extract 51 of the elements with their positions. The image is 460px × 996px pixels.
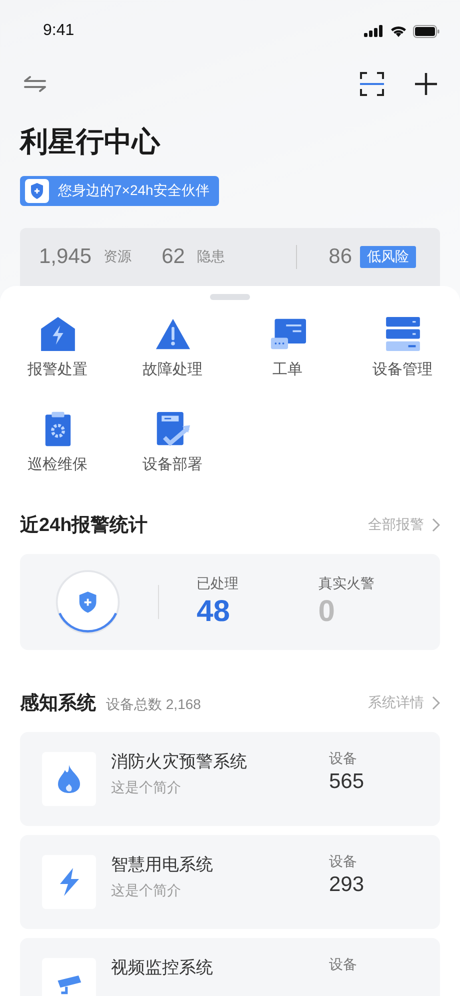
server-icon <box>384 316 420 352</box>
flame-icon <box>56 764 82 794</box>
scan-icon[interactable] <box>360 72 384 96</box>
handled-label: 已处理 <box>196 575 240 593</box>
resource-count: 1,945 <box>39 245 92 269</box>
device-label: 设备 <box>329 853 358 871</box>
status-time: 9:41 <box>43 22 74 40</box>
shortcut-item[interactable]: 报警处置 <box>0 316 115 379</box>
battery-icon <box>413 24 440 38</box>
wifi-icon <box>390 25 407 37</box>
real-fire-label: 真实火警 <box>318 575 376 593</box>
chevron-right-icon <box>432 518 440 532</box>
hazard-count: 62 <box>162 245 185 269</box>
shield-icon <box>25 179 49 203</box>
device-label: 设备 <box>329 956 357 974</box>
house-bolt-icon <box>40 316 76 352</box>
drag-handle[interactable] <box>210 294 250 300</box>
signal-icon <box>364 25 384 37</box>
section-title: 感知系统 <box>20 692 96 716</box>
system-card[interactable]: 消防火灾预警系统 这是个简介 设备 565 <box>20 732 440 826</box>
device-deploy-icon <box>154 411 190 447</box>
device-count: 565 <box>329 770 364 794</box>
switch-icon[interactable] <box>23 75 47 93</box>
add-icon[interactable] <box>414 72 438 96</box>
system-name: 智慧用电系统 <box>111 854 214 876</box>
shortcut-item[interactable]: 设备部署 <box>115 411 230 474</box>
system-card[interactable]: 视频监控系统 设备 <box>20 938 440 996</box>
shortcut-item[interactable]: 设备管理 <box>345 316 460 379</box>
shortcut-item[interactable]: 巡检维保 <box>0 411 115 474</box>
risk-tag: 低风险 <box>360 246 416 268</box>
resource-label: 资源 <box>104 248 132 266</box>
shield-ring-drawing <box>54 567 122 637</box>
chevron-right-icon <box>432 696 440 710</box>
shortcut-item[interactable]: 故障处理 <box>115 316 230 379</box>
site-title: 利星行中心 <box>20 125 162 159</box>
device-total: 设备总数 2,168 <box>106 696 201 714</box>
system-description: 这是个简介 <box>111 882 182 900</box>
system-card[interactable]: 智慧用电系统 这是个简介 设备 293 <box>20 835 440 929</box>
device-label: 设备 <box>329 750 358 768</box>
real-fire-count: 0 <box>318 595 336 629</box>
section-title: 近24h报警统计 <box>20 514 148 538</box>
system-name: 消防火灾预警系统 <box>111 751 248 773</box>
system-description: 这是个简介 <box>111 779 182 797</box>
slogan-text: 您身边的7×24h安全伙伴 <box>58 182 210 200</box>
hazard-label: 隐患 <box>196 248 225 266</box>
message-icon <box>270 316 306 352</box>
device-count: 293 <box>329 873 364 897</box>
safety-score: 86 <box>328 245 352 269</box>
system-name: 视频监控系统 <box>111 957 214 979</box>
handled-count: 48 <box>196 595 231 629</box>
shortcut-item[interactable]: 工单 <box>230 316 345 379</box>
